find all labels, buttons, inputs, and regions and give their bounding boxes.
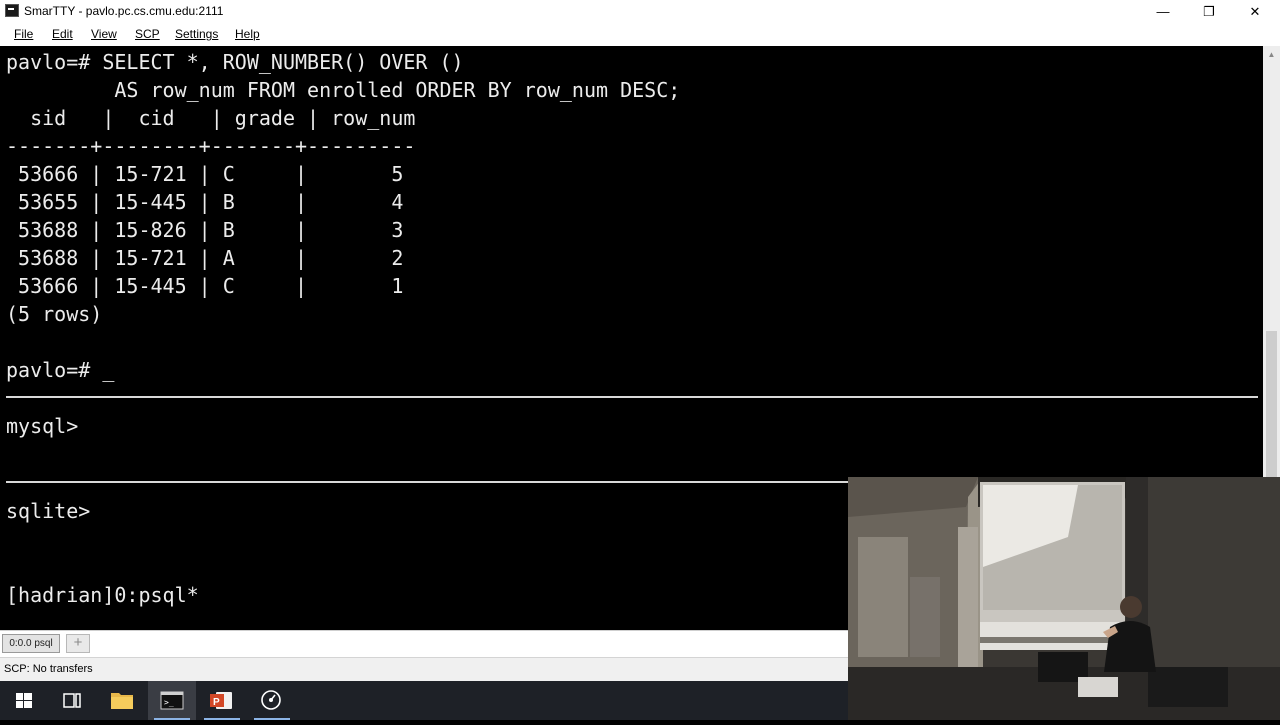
psql-prompt: pavlo=#	[6, 358, 103, 382]
task-view-icon[interactable]	[48, 681, 96, 720]
result-row: 53688 | 15-826 | B | 3	[6, 218, 404, 242]
close-button[interactable]: ✕	[1232, 0, 1278, 23]
terminal-app-icon	[5, 4, 19, 17]
svg-text:>_: >_	[164, 698, 174, 707]
text-cursor: _	[102, 358, 115, 382]
browser-icon[interactable]	[248, 681, 296, 720]
tmux-status-line: [hadrian]0:psql*	[6, 583, 199, 607]
psql-prompt-line[interactable]: pavlo=# _	[6, 356, 114, 384]
sql-query-line-1: pavlo=# SELECT *, ROW_NUMBER() OVER ()	[6, 50, 464, 74]
scp-status-text: SCP: No transfers	[4, 663, 93, 675]
svg-text:P: P	[213, 697, 220, 708]
maximize-button[interactable]: ❐	[1186, 0, 1232, 23]
sqlite-prompt[interactable]: sqlite>	[6, 497, 90, 525]
smartty-terminal-icon[interactable]: >_	[148, 681, 196, 720]
windows-start-icon[interactable]	[0, 681, 48, 720]
result-row: 53666 | 15-721 | C | 5	[6, 162, 404, 186]
pane-divider-mysql-sqlite[interactable]	[6, 481, 848, 483]
windows-taskbar: >_ P	[0, 681, 848, 720]
powerpoint-icon[interactable]: P	[198, 681, 246, 720]
tab-psql-session[interactable]: 0:0.0 psql	[2, 634, 60, 653]
menu-scp[interactable]: SCP	[135, 27, 160, 41]
file-explorer-icon[interactable]	[98, 681, 146, 720]
status-bar: SCP: No transfers	[0, 657, 848, 682]
window-title: SmarTTY - pavlo.pc.cs.cmu.edu:2111	[24, 4, 224, 18]
scroll-up-icon[interactable]: ▲	[1263, 46, 1280, 63]
result-row: 53688 | 15-721 | A | 2	[6, 246, 404, 270]
mysql-prompt[interactable]: mysql>	[6, 412, 78, 440]
menu-file[interactable]: File	[14, 27, 33, 41]
menu-edit[interactable]: Edit	[52, 27, 73, 41]
menu-bar: File Edit View SCP Settings Help	[0, 23, 1280, 46]
menu-view[interactable]: View	[91, 27, 117, 41]
result-row: 53666 | 15-445 | C | 1	[6, 274, 404, 298]
add-tab-icon[interactable]: +	[66, 634, 90, 653]
session-tab-strip: 0:0.0 psql +	[0, 630, 848, 657]
result-row: 53655 | 15-445 | B | 4	[6, 190, 404, 214]
minimize-button[interactable]: —	[1140, 0, 1186, 23]
result-header: sid | cid | grade | row_num	[6, 106, 416, 130]
result-divider: -------+--------+-------+---------	[6, 134, 416, 158]
lecture-webcam-video	[848, 477, 1280, 720]
menu-settings[interactable]: Settings	[175, 27, 218, 41]
menu-help[interactable]: Help	[235, 27, 260, 41]
sql-query-line-2: AS row_num FROM enrolled ORDER BY row_nu…	[6, 78, 681, 102]
pane-divider-psql-mysql[interactable]	[6, 396, 1258, 398]
title-bar: SmarTTY - pavlo.pc.cs.cmu.edu:2111 — ❐ ✕	[0, 0, 1280, 23]
row-count: (5 rows)	[6, 302, 103, 326]
